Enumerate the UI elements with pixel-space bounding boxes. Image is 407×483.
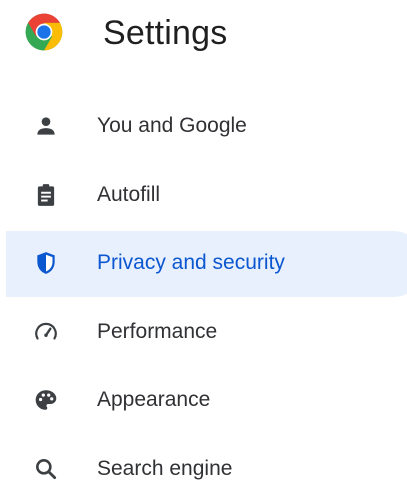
nav-item-search-engine[interactable]: Search engine bbox=[0, 435, 407, 483]
nav-item-label: Performance bbox=[97, 319, 218, 343]
settings-page: Settings You and Google Autofill Privacy… bbox=[0, 0, 407, 483]
nav-item-label: Autofill bbox=[97, 182, 161, 206]
nav-item-performance[interactable]: Performance bbox=[0, 298, 407, 367]
shield-icon bbox=[33, 250, 59, 276]
nav-item-label: Search engine bbox=[97, 456, 233, 480]
nav-item-you-and-google[interactable]: You and Google bbox=[0, 92, 407, 161]
settings-nav: You and Google Autofill Privacy and secu… bbox=[0, 92, 407, 483]
chrome-logo-icon bbox=[24, 12, 64, 52]
nav-item-appearance[interactable]: Appearance bbox=[0, 366, 407, 435]
clipboard-icon bbox=[33, 182, 59, 208]
palette-icon bbox=[33, 387, 59, 413]
page-title: Settings bbox=[103, 14, 228, 52]
nav-item-label: You and Google bbox=[97, 114, 247, 138]
nav-item-label: Privacy and security bbox=[97, 251, 285, 275]
nav-item-label: Appearance bbox=[97, 388, 211, 412]
search-icon bbox=[33, 456, 59, 482]
nav-item-privacy-and-security[interactable]: Privacy and security bbox=[0, 229, 407, 298]
nav-item-autofill[interactable]: Autofill bbox=[0, 161, 407, 230]
speedometer-icon bbox=[33, 319, 59, 345]
person-icon bbox=[33, 113, 59, 139]
header: Settings bbox=[0, 0, 407, 70]
